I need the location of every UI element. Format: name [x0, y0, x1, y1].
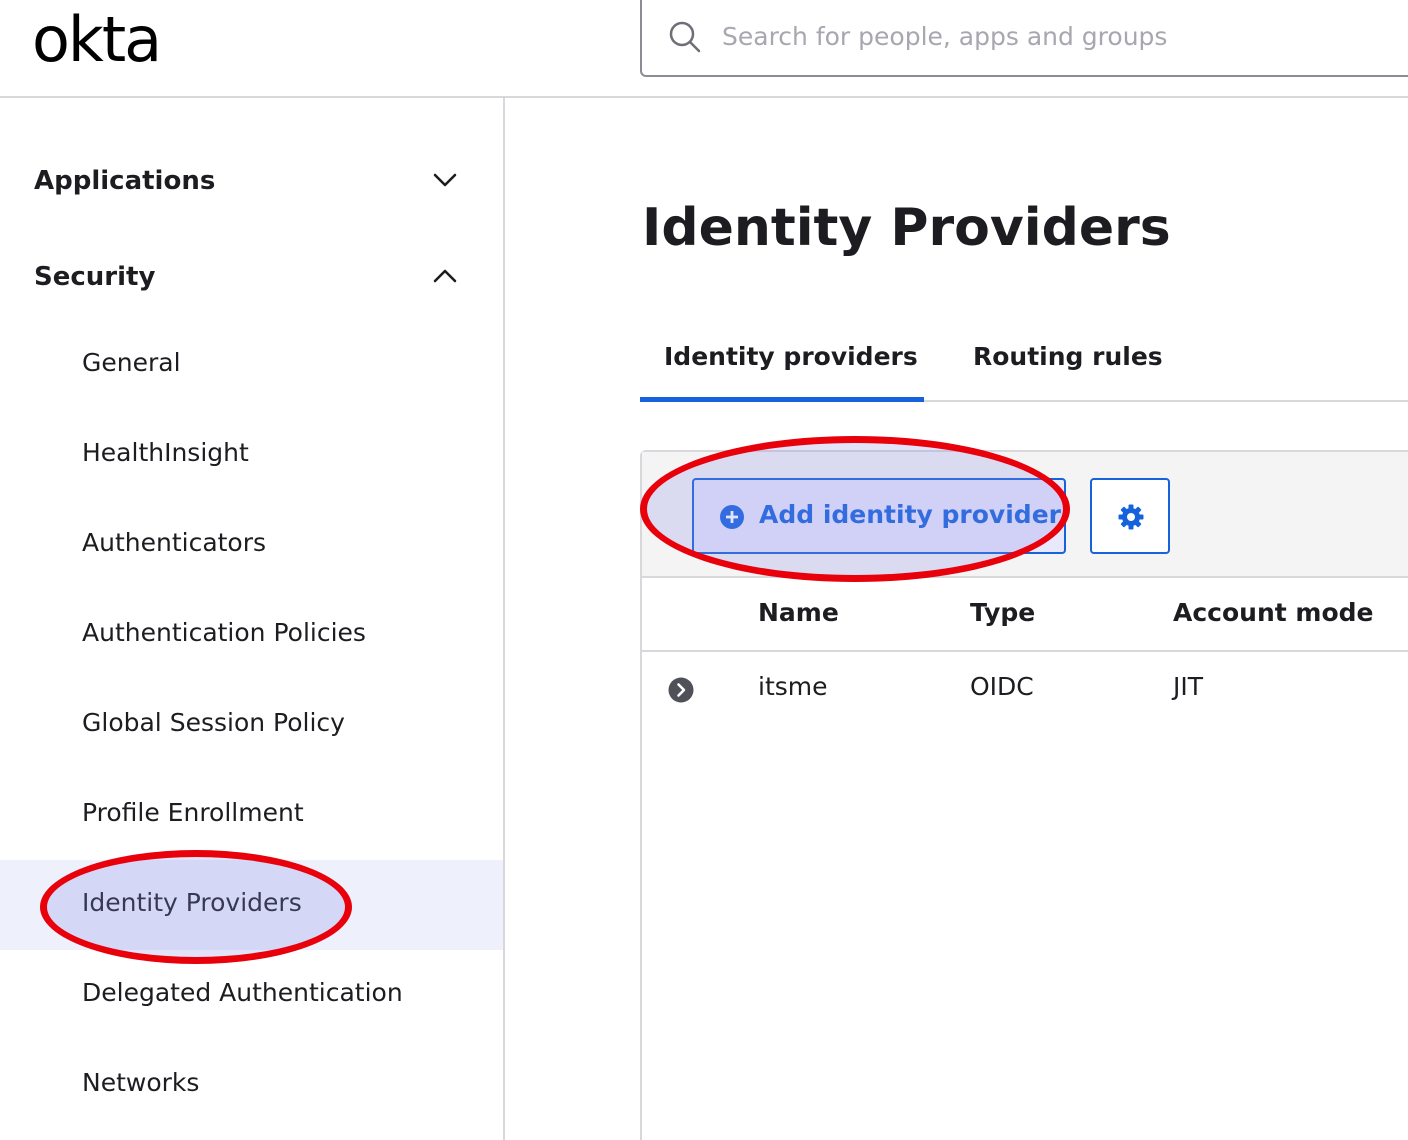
sidebar-section-label: Security [34, 262, 156, 292]
table-header: Name Type Account mode [642, 578, 1408, 652]
tab-bar: Identity providers Routing rules [640, 330, 1408, 402]
sidebar-section-label: Applications [34, 166, 216, 196]
sidebar-item-authentication-policies[interactable]: Authentication Policies [0, 590, 503, 680]
sidebar-item-global-session-policy[interactable]: Global Session Policy [0, 680, 503, 770]
sidebar-item-general[interactable]: General [0, 320, 503, 410]
sidebar-item-label: Authentication Policies [82, 618, 366, 647]
sidebar-item-label: Profile Enrollment [82, 798, 304, 827]
search-box[interactable] [640, 0, 1408, 77]
chevron-right-circle-icon[interactable] [668, 677, 694, 703]
sidebar-item-networks[interactable]: Networks [0, 1040, 503, 1130]
sidebar-item-label: Delegated Authentication [82, 978, 403, 1007]
cell-account-mode: JIT [1173, 672, 1204, 701]
sidebar-item-label: HealthInsight [82, 438, 249, 467]
identity-providers-panel: Add identity provider Name Type Account … [640, 450, 1408, 1140]
search-icon [669, 21, 701, 53]
page-title: Identity Providers [642, 198, 1171, 258]
settings-button[interactable] [1090, 478, 1170, 554]
sidebar-item-authenticators[interactable]: Authenticators [0, 500, 503, 590]
column-header-type[interactable]: Type [970, 598, 1035, 627]
sidebar-item-label: Global Session Policy [82, 708, 345, 737]
table-row[interactable]: itsme OIDC JIT [642, 652, 1408, 726]
sidebar-item-identity-providers[interactable]: Identity Providers [0, 860, 503, 950]
chevron-down-icon [433, 173, 457, 187]
column-header-name[interactable]: Name [758, 598, 839, 627]
sidebar-item-label: General [82, 348, 181, 377]
sidebar-section-security[interactable]: Security [34, 254, 474, 304]
gear-icon [1118, 504, 1144, 530]
plus-circle-icon [720, 505, 744, 529]
sidebar-item-label: Networks [82, 1068, 200, 1097]
add-identity-provider-label: Add identity provider [759, 500, 1061, 529]
sidebar-section-applications[interactable]: Applications [34, 158, 474, 208]
sidebar: Applications Security General HealthInsi… [0, 98, 505, 1140]
cell-name: itsme [758, 672, 828, 701]
toolbar: Add identity provider [642, 452, 1408, 578]
sidebar-item-healthinsight[interactable]: HealthInsight [0, 410, 503, 500]
search-input[interactable] [722, 12, 1382, 60]
tab-label: Identity providers [664, 342, 918, 371]
sidebar-item-delegated-authentication[interactable]: Delegated Authentication [0, 950, 503, 1040]
tab-identity-providers[interactable]: Identity providers [640, 330, 924, 402]
top-header: okta [0, 0, 1408, 98]
tab-routing-rules[interactable]: Routing rules [924, 330, 1214, 402]
okta-logo[interactable]: okta [32, 2, 162, 78]
sidebar-item-label: Authenticators [82, 528, 267, 557]
sidebar-item-label: Identity Providers [82, 888, 302, 917]
chevron-up-icon [433, 269, 457, 283]
cell-type: OIDC [970, 672, 1034, 701]
column-header-account-mode[interactable]: Account mode [1173, 598, 1374, 627]
add-identity-provider-button[interactable]: Add identity provider [692, 478, 1066, 554]
sidebar-item-profile-enrollment[interactable]: Profile Enrollment [0, 770, 503, 860]
tab-label: Routing rules [973, 342, 1163, 371]
